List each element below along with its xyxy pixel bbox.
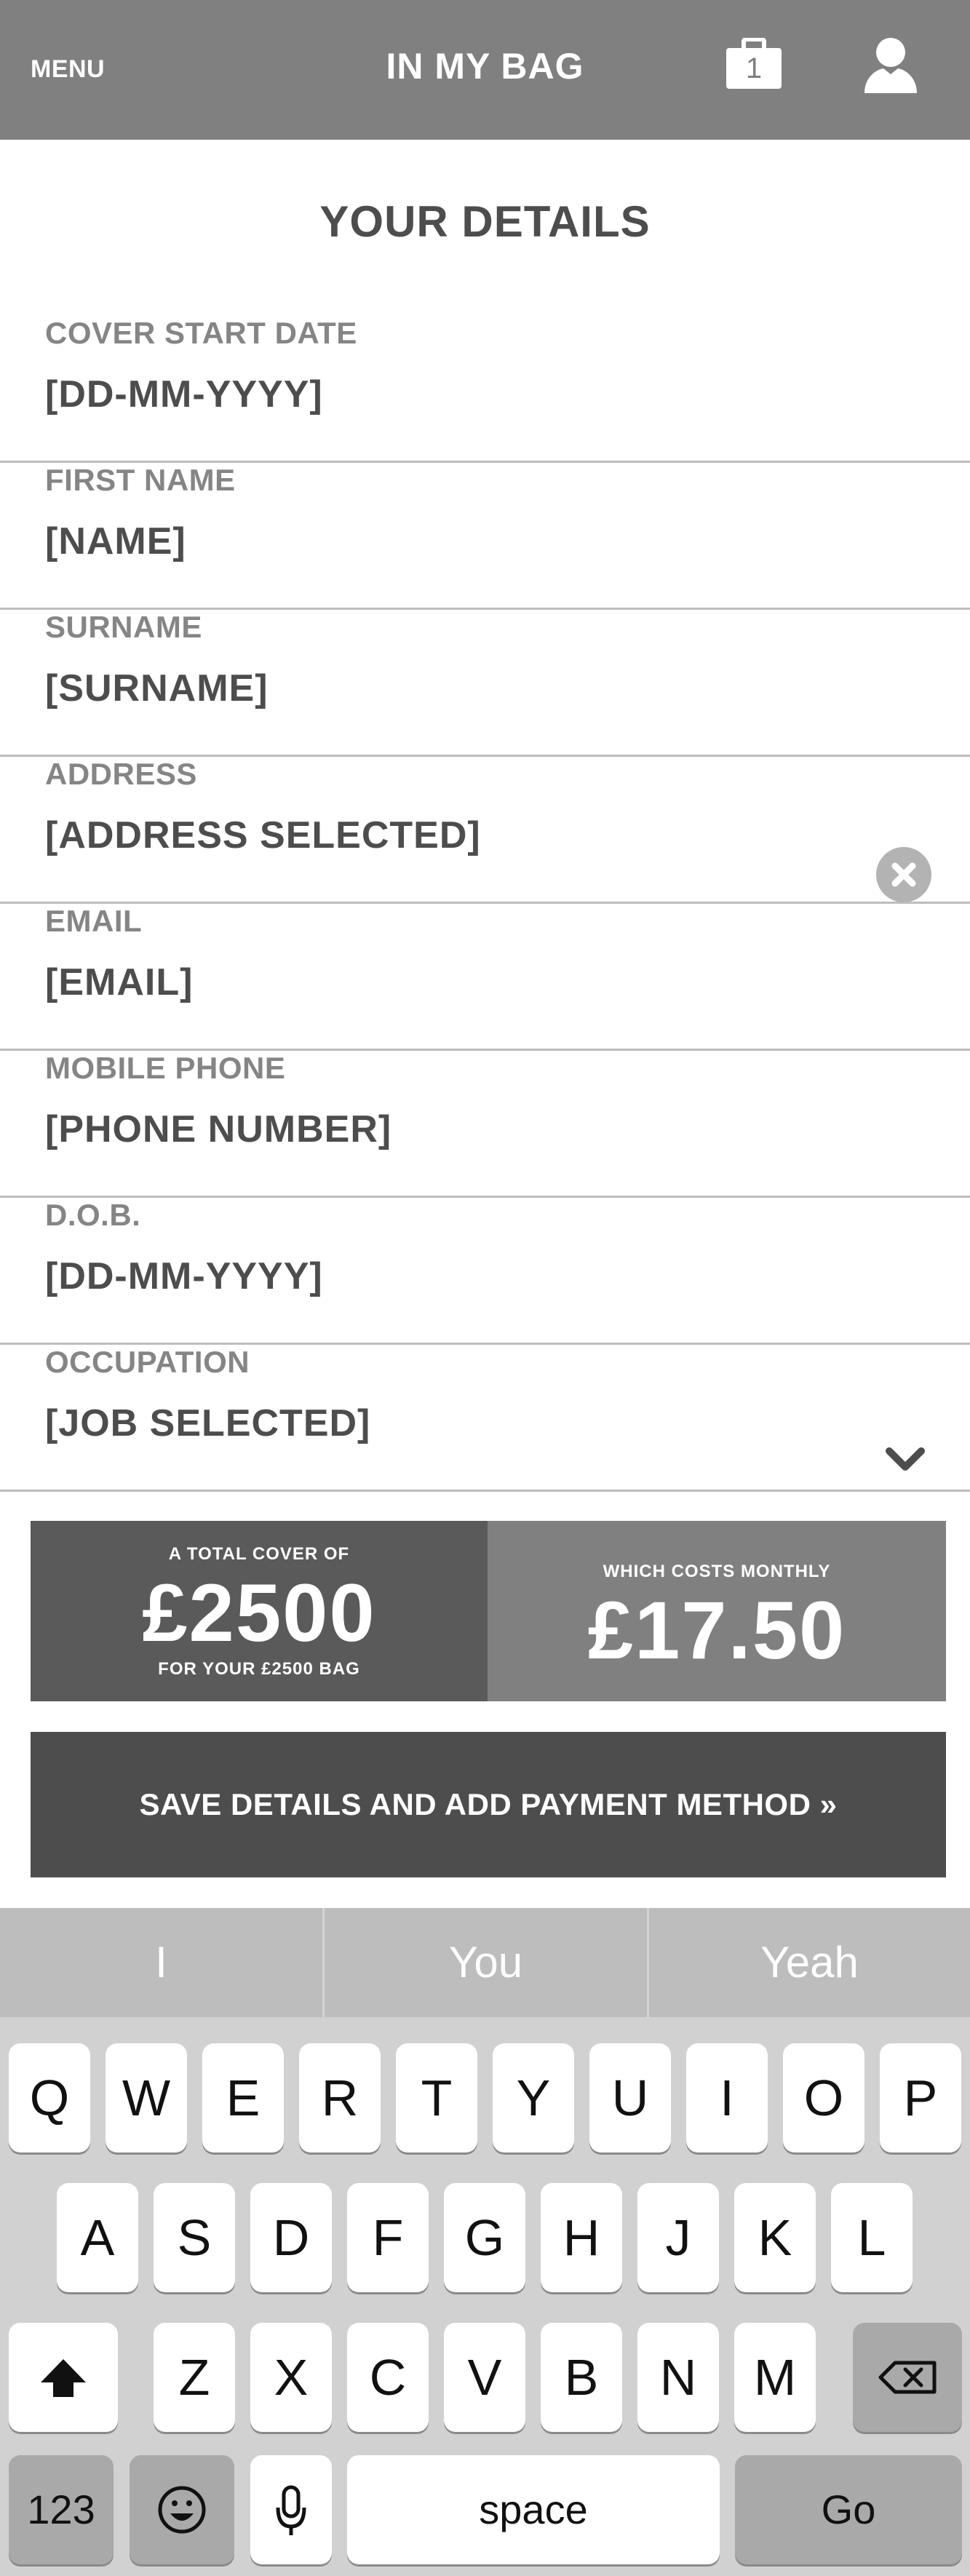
shift-key[interactable] bbox=[9, 2323, 118, 2432]
email-field[interactable]: EMAIL [EMAIL] bbox=[0, 904, 970, 1051]
mobile-phone-field[interactable]: MOBILE PHONE [PHONE NUMBER] bbox=[0, 1051, 970, 1198]
numbers-key[interactable]: 123 bbox=[9, 2455, 114, 2564]
field-value[interactable]: [JOB SELECTED] bbox=[45, 1402, 370, 1445]
monthly-cost-panel: WHICH COSTS MONTHLY £17.50 bbox=[488, 1521, 946, 1701]
field-value[interactable]: [EMAIL] bbox=[45, 961, 193, 1004]
key-m[interactable]: M bbox=[734, 2323, 816, 2432]
field-value[interactable]: [DD-MM-YYYY] bbox=[45, 373, 323, 416]
key-w[interactable]: W bbox=[106, 2043, 187, 2152]
key-d[interactable]: D bbox=[250, 2183, 332, 2292]
suggestion-item[interactable]: You bbox=[325, 1908, 647, 2017]
surname-field[interactable]: SURNAME [SURNAME] bbox=[0, 610, 970, 757]
suggestion-item[interactable]: I bbox=[0, 1908, 322, 2017]
field-label: EMAIL bbox=[45, 904, 143, 938]
cover-subcaption: FOR YOUR £2500 BAG bbox=[158, 1659, 360, 1679]
microphone-icon bbox=[276, 2485, 306, 2535]
key-y[interactable]: Y bbox=[493, 2043, 574, 2152]
field-label: FIRST NAME bbox=[45, 463, 236, 497]
cover-caption: A TOTAL COVER OF bbox=[168, 1544, 350, 1564]
field-label: ADDRESS bbox=[45, 757, 197, 791]
microphone-key[interactable] bbox=[250, 2455, 332, 2564]
field-value[interactable]: [PHONE NUMBER] bbox=[45, 1108, 391, 1151]
key-g[interactable]: G bbox=[444, 2183, 525, 2292]
key-s[interactable]: S bbox=[154, 2183, 235, 2292]
go-key[interactable]: Go bbox=[735, 2455, 962, 2564]
key-a[interactable]: A bbox=[57, 2183, 138, 2292]
bag-count: 1 bbox=[745, 52, 763, 84]
occupation-field[interactable]: OCCUPATION [JOB SELECTED] bbox=[0, 1345, 970, 1492]
key-z[interactable]: Z bbox=[154, 2323, 235, 2432]
key-k[interactable]: K bbox=[734, 2183, 816, 2292]
dob-field[interactable]: D.O.B. [DD-MM-YYYY] bbox=[0, 1198, 970, 1345]
field-value[interactable]: [ADDRESS SELECTED] bbox=[45, 814, 481, 857]
app-header: MENU IN MY BAG 1 bbox=[0, 0, 970, 140]
field-label: OCCUPATION bbox=[45, 1345, 250, 1379]
key-f[interactable]: F bbox=[347, 2183, 429, 2292]
user-icon bbox=[864, 38, 917, 93]
clear-address-button[interactable] bbox=[876, 847, 931, 902]
first-name-field[interactable]: FIRST NAME [NAME] bbox=[0, 463, 970, 610]
key-p[interactable]: P bbox=[880, 2043, 961, 2152]
key-v[interactable]: V bbox=[444, 2323, 525, 2432]
chevron-down-icon bbox=[886, 1447, 925, 1471]
key-n[interactable]: N bbox=[637, 2323, 719, 2432]
cost-amount: £17.50 bbox=[587, 1585, 846, 1676]
onscreen-keyboard: I You Yeah Q W E R T Y U I O P A S D F G… bbox=[0, 1908, 970, 2576]
occupation-dropdown-button[interactable] bbox=[883, 1438, 927, 1482]
cover-start-date-field[interactable]: COVER START DATE [DD-MM-YYYY] bbox=[0, 316, 970, 463]
cost-caption: WHICH COSTS MONTHLY bbox=[603, 1562, 831, 1581]
key-x[interactable]: X bbox=[250, 2323, 332, 2432]
backspace-key[interactable] bbox=[853, 2323, 962, 2432]
field-label: COVER START DATE bbox=[45, 316, 357, 350]
key-h[interactable]: H bbox=[541, 2183, 622, 2292]
key-b[interactable]: B bbox=[541, 2323, 622, 2432]
shift-icon bbox=[41, 2359, 86, 2397]
key-q[interactable]: Q bbox=[9, 2043, 90, 2152]
field-value[interactable]: [NAME] bbox=[45, 520, 186, 563]
key-i[interactable]: I bbox=[686, 2043, 768, 2152]
key-o[interactable]: O bbox=[783, 2043, 864, 2152]
page-title: YOUR DETAILS bbox=[319, 197, 651, 246]
space-key[interactable]: space bbox=[347, 2455, 720, 2564]
key-r[interactable]: R bbox=[299, 2043, 381, 2152]
key-u[interactable]: U bbox=[589, 2043, 671, 2152]
emoji-icon bbox=[158, 2486, 206, 2534]
suggestion-item[interactable]: Yeah bbox=[649, 1908, 970, 2017]
key-c[interactable]: C bbox=[347, 2323, 429, 2432]
cover-amount: £2500 bbox=[142, 1567, 376, 1658]
field-value[interactable]: [SURNAME] bbox=[45, 667, 269, 710]
key-e[interactable]: E bbox=[202, 2043, 284, 2152]
save-details-button[interactable]: SAVE DETAILS AND ADD PAYMENT METHOD » bbox=[31, 1732, 946, 1877]
field-label: SURNAME bbox=[45, 610, 202, 644]
field-value[interactable]: [DD-MM-YYYY] bbox=[45, 1255, 323, 1298]
key-l[interactable]: L bbox=[831, 2183, 913, 2292]
address-field[interactable]: ADDRESS [ADDRESS SELECTED] bbox=[0, 757, 970, 904]
user-button[interactable] bbox=[862, 36, 920, 95]
emoji-key[interactable] bbox=[130, 2455, 234, 2564]
header-title: IN MY BAG bbox=[386, 46, 584, 87]
field-label: D.O.B. bbox=[45, 1198, 141, 1232]
field-label: MOBILE PHONE bbox=[45, 1051, 286, 1085]
suggestion-bar: I You Yeah bbox=[0, 1908, 970, 2017]
menu-button[interactable]: MENU bbox=[31, 55, 105, 84]
clear-icon bbox=[891, 862, 916, 887]
backspace-icon bbox=[878, 2361, 937, 2394]
key-j[interactable]: J bbox=[637, 2183, 719, 2292]
bag-button[interactable]: 1 bbox=[725, 37, 783, 90]
total-cover-panel: A TOTAL COVER OF £2500 FOR YOUR £2500 BA… bbox=[31, 1521, 488, 1701]
key-t[interactable]: T bbox=[396, 2043, 477, 2152]
